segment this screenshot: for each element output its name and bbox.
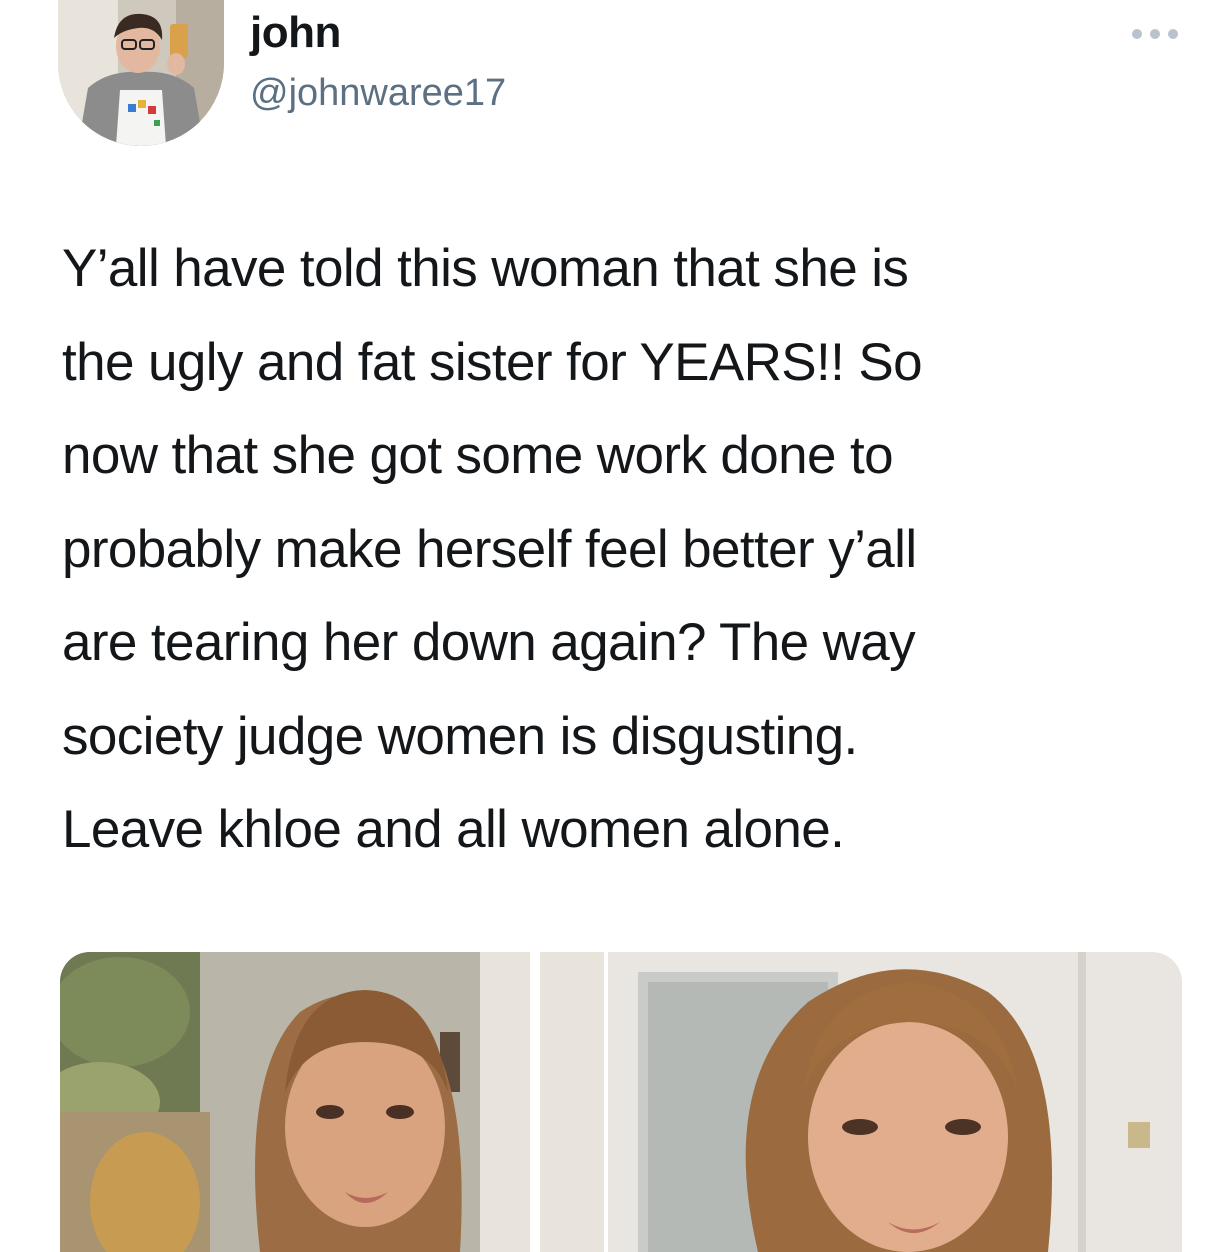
photo-woman-after-icon <box>608 952 1182 1252</box>
tweet-text: Y’all have told this woman that she is t… <box>62 222 1172 877</box>
tweet-text-line: society judge women is disgusting. <box>62 706 858 766</box>
profile-photo-avatar-icon <box>58 0 224 146</box>
author-handle[interactable]: @johnwaree17 <box>250 72 506 115</box>
ellipsis-icon[interactable] <box>1120 24 1178 44</box>
media-image-left[interactable] <box>60 952 604 1252</box>
avatar[interactable] <box>58 0 224 146</box>
tweet-text-line: the ugly and fat sister for YEARS!! So <box>62 332 923 392</box>
media-image-right[interactable] <box>608 952 1182 1252</box>
tweet-text-line: probably make herself feel better y’all <box>62 519 917 579</box>
tweet-header: john @johnwaree17 <box>58 0 1178 150</box>
tweet-media <box>60 952 1182 1252</box>
tweet-text-line: are tearing her down again? The way <box>62 613 916 672</box>
tweet-text-line: Leave khloe and all women alone. <box>62 800 845 859</box>
tweet-text-line: Y’all have told this woman that she is <box>62 239 909 298</box>
dot <box>1150 29 1160 39</box>
tweet-text-line: now that she got some work done to <box>62 426 894 485</box>
photo-woman-before-icon <box>60 952 604 1252</box>
dot <box>1132 29 1142 39</box>
author-display-name[interactable]: john <box>250 8 341 58</box>
dot <box>1168 29 1178 39</box>
